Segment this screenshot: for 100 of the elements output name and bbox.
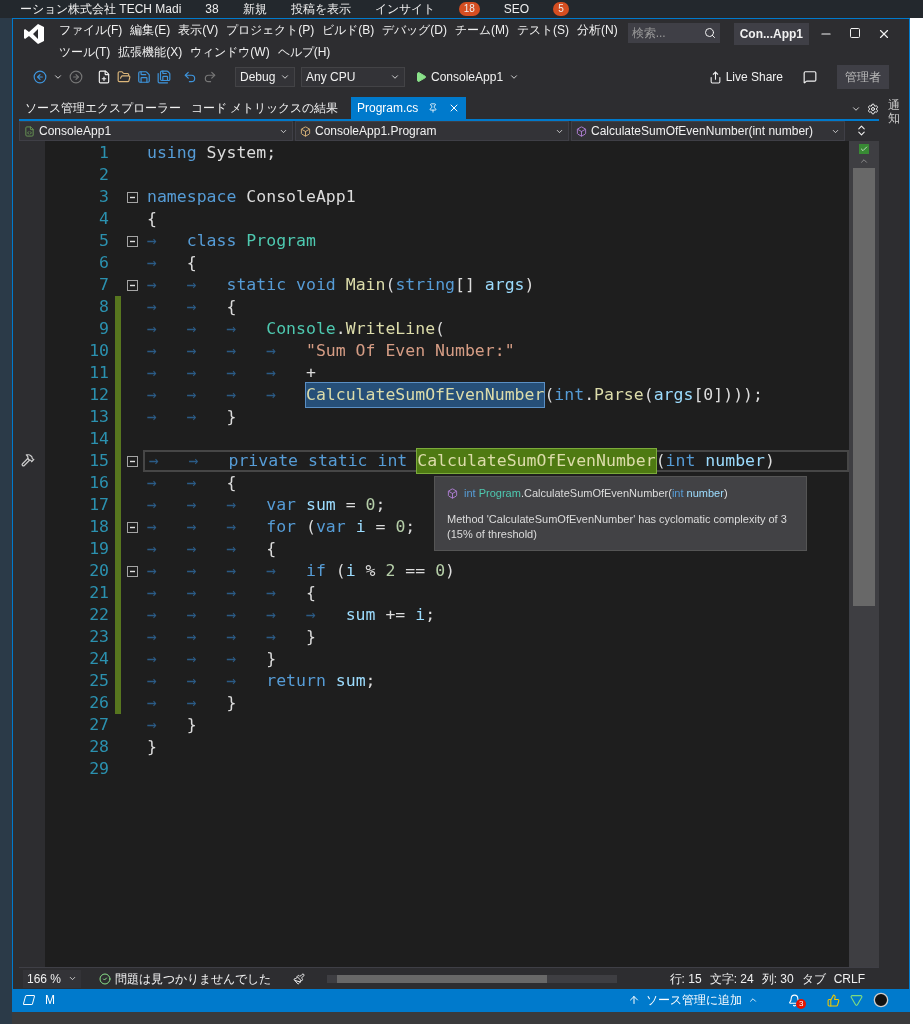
line-number: 26 bbox=[88, 691, 110, 714]
tab-markers: →→→ bbox=[147, 493, 267, 516]
tab-markers: → bbox=[147, 229, 187, 252]
menu-item[interactable]: 編集(E) bbox=[126, 21, 175, 39]
tab-markers: →→ bbox=[147, 295, 227, 318]
tab-markers: → bbox=[147, 251, 187, 274]
menu-item[interactable]: チーム(M) bbox=[451, 21, 513, 39]
document-tab[interactable]: コード メトリックスの結果 bbox=[185, 97, 345, 119]
tab-markers: →→→→ bbox=[147, 559, 306, 582]
issues-status[interactable]: 問題は見つかりませんでした bbox=[99, 969, 271, 988]
configuration-dropdown[interactable]: Debug bbox=[235, 67, 295, 87]
code-token: args bbox=[484, 273, 525, 296]
code-token: var bbox=[315, 515, 347, 538]
menu-item[interactable]: ヘルプ(H) bbox=[273, 43, 335, 61]
code-token: i bbox=[345, 559, 356, 582]
menu-item[interactable]: ファイル(F) bbox=[55, 21, 127, 39]
code-token: i bbox=[355, 515, 366, 538]
menu-item[interactable]: プロジェクト(P) bbox=[222, 21, 319, 39]
code-token: ) bbox=[445, 559, 455, 582]
menu-item[interactable]: ツール(T) bbox=[55, 43, 115, 61]
code-token: args bbox=[653, 383, 694, 406]
admin-bar-item[interactable]: インサイト bbox=[374, 1, 435, 17]
code-token: Console bbox=[266, 317, 336, 340]
zoom-dropdown[interactable]: 166 % bbox=[23, 969, 81, 988]
line-number: 3 bbox=[98, 185, 110, 208]
code-token: int bbox=[554, 383, 585, 406]
column-indicator: 列: 30 bbox=[761, 970, 794, 988]
admin-bar-item[interactable]: SEO bbox=[503, 1, 530, 17]
live-share-button[interactable]: Live Share bbox=[708, 68, 783, 86]
line-number: 13 bbox=[88, 405, 110, 428]
notification-count: 3 bbox=[796, 998, 807, 1009]
indent-mode[interactable]: タブ bbox=[801, 969, 826, 988]
line-number: 25 bbox=[88, 669, 110, 692]
code-token: 2 bbox=[385, 559, 396, 582]
tab-markers: →→ bbox=[147, 471, 227, 494]
menu-item[interactable]: 分析(N) bbox=[573, 21, 622, 39]
code-token: i bbox=[415, 603, 426, 626]
platform-dropdown[interactable]: Any CPU bbox=[301, 67, 405, 87]
document-tab[interactable]: Program.cs bbox=[351, 97, 467, 119]
code-token: ( bbox=[385, 273, 396, 296]
admin-bar-item[interactable]: ーション株式会社 TECH Madi bbox=[20, 1, 182, 17]
account-button[interactable]: 管理者 bbox=[837, 65, 889, 89]
tab-markers: →→ bbox=[147, 691, 227, 714]
line-number: 15 bbox=[88, 449, 110, 472]
code-token: } bbox=[186, 713, 197, 736]
code-token: ) bbox=[764, 449, 775, 472]
line-number: 4 bbox=[98, 207, 110, 230]
line-ending[interactable]: CRLF bbox=[833, 969, 865, 988]
search-field[interactable]: 検索... bbox=[627, 23, 720, 43]
code-token: 0 bbox=[365, 493, 376, 516]
code-token: ( bbox=[304, 515, 316, 538]
code-token: class bbox=[186, 229, 238, 252]
code-token: [0]))); bbox=[693, 383, 763, 406]
line-number: 28 bbox=[88, 735, 110, 758]
tab-markers: →→ bbox=[149, 449, 229, 472]
code-token: WriteLine bbox=[345, 317, 436, 340]
code-token: private static int bbox=[228, 449, 409, 472]
code-token: ) bbox=[524, 273, 535, 296]
line-number: 19 bbox=[88, 537, 110, 560]
admin-bar-item[interactable]: 投稿を表示 bbox=[290, 1, 351, 17]
tab-markers: →→→→ bbox=[147, 581, 306, 604]
menu-item[interactable]: ウィンドウ(W) bbox=[186, 43, 274, 61]
code-token: if bbox=[305, 559, 326, 582]
method-signature: int Program.CalculateSumOfEvenNumber(int number) bbox=[464, 486, 728, 501]
code-token: ( bbox=[435, 317, 446, 340]
code-token: . bbox=[335, 317, 346, 340]
line-number: 18 bbox=[88, 515, 110, 538]
project-dropdown[interactable]: ConsoleApp1 bbox=[19, 121, 293, 141]
code-token: ; bbox=[425, 603, 436, 626]
repository-label[interactable]: M bbox=[45, 991, 55, 1009]
admin-bar-item[interactable]: 38 bbox=[205, 1, 219, 17]
code-token: ; bbox=[375, 493, 386, 516]
line-number: 2 bbox=[98, 163, 110, 186]
member-dropdown[interactable]: CalculateSumOfEvenNumber(int number) bbox=[571, 121, 845, 141]
line-number: 11 bbox=[88, 361, 110, 384]
code-token: namespace bbox=[147, 185, 238, 208]
menu-item[interactable]: テスト(S) bbox=[513, 21, 573, 39]
menu-item[interactable]: 表示(V) bbox=[174, 21, 223, 39]
code-token: { bbox=[147, 207, 157, 230]
menu-item[interactable]: デバッグ(D) bbox=[378, 21, 451, 39]
notifications-panel-tab[interactable]: 通知 bbox=[888, 99, 900, 989]
add-to-source-control[interactable]: ソース管理に追加 bbox=[628, 991, 758, 1009]
line-number: 8 bbox=[98, 295, 110, 318]
code-token: } bbox=[305, 625, 316, 648]
menu-item[interactable]: ビルド(B) bbox=[318, 21, 379, 39]
line-number: 22 bbox=[88, 603, 110, 626]
tab-markers: →→→→ bbox=[147, 361, 306, 384]
line-number: 23 bbox=[88, 625, 110, 648]
type-dropdown[interactable]: ConsoleApp1.Program bbox=[295, 121, 569, 141]
code-token: { bbox=[226, 295, 237, 318]
menu-item[interactable]: 拡張機能(X) bbox=[114, 43, 187, 61]
admin-bar-item[interactable]: 新規 bbox=[242, 1, 267, 17]
code-token: += bbox=[384, 603, 407, 626]
document-tab[interactable]: ソース管理エクスプローラー bbox=[19, 97, 179, 119]
start-button[interactable]: ConsoleApp1 bbox=[415, 68, 504, 86]
code-token: { bbox=[186, 251, 197, 274]
code-token: using bbox=[147, 141, 198, 164]
code-token: Program bbox=[246, 229, 316, 252]
line-number: 24 bbox=[88, 647, 110, 670]
tab-markers: →→→ bbox=[147, 669, 267, 692]
